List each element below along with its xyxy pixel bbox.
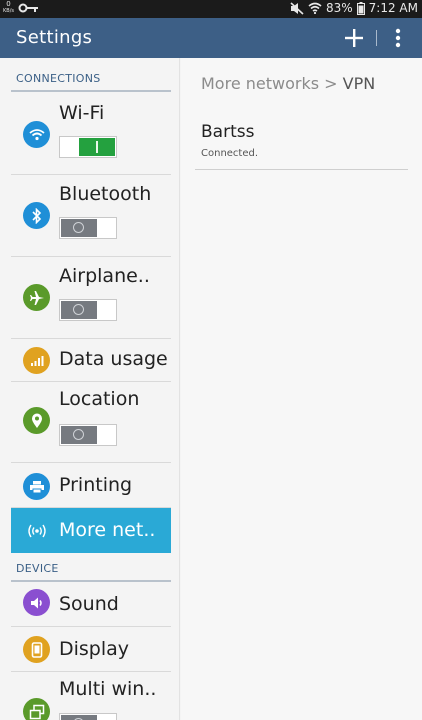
- data-usage-icon: [23, 347, 50, 374]
- breadcrumb: More networks > VPN: [201, 74, 375, 93]
- airplane-icon: [23, 284, 50, 311]
- location-icon: [23, 407, 50, 434]
- section-header-device-label: DEVICE: [16, 562, 59, 575]
- toggle-off-knob: [61, 426, 97, 444]
- sidebar-item-label: Display: [59, 638, 130, 660]
- vpn-profile-item[interactable]: Bartss Connected.: [195, 116, 408, 170]
- clock: 7:12 AM: [368, 1, 418, 15]
- sidebar-item-label: Multi win..: [59, 678, 157, 700]
- toggle-off-knob: [61, 715, 97, 720]
- section-header-device: DEVICE: [11, 548, 171, 582]
- sidebar-item-printing[interactable]: Printing: [11, 463, 171, 508]
- toggle-off-knob: [61, 301, 97, 319]
- vpn-connection-status: Connected.: [201, 148, 259, 159]
- settings-category-list[interactable]: CONNECTIONS Wi-Fi Bluetooth Airplane.. D…: [0, 58, 180, 720]
- multi-window-toggle[interactable]: [59, 713, 117, 720]
- action-bar-divider: [376, 30, 377, 46]
- more-options-button[interactable]: [388, 24, 408, 52]
- sidebar-item-display[interactable]: Display: [11, 627, 171, 672]
- battery-percent: 83%: [326, 1, 353, 15]
- plus-icon: [345, 29, 363, 47]
- sidebar-item-label: Data usage: [59, 348, 168, 370]
- add-button[interactable]: [341, 24, 367, 52]
- sidebar-item-label: Sound: [59, 593, 119, 615]
- sidebar-item-location[interactable]: Location: [11, 382, 171, 463]
- section-header-connections-label: CONNECTIONS: [16, 72, 101, 85]
- battery-icon: [356, 1, 365, 15]
- breadcrumb-parent[interactable]: More networks: [201, 74, 319, 93]
- network-speed-unit: KB/s: [3, 8, 14, 14]
- sidebar-item-sound[interactable]: Sound: [11, 582, 171, 627]
- sidebar-item-multi-window[interactable]: Multi win..: [11, 672, 171, 720]
- status-left: 0 KB/s: [3, 1, 40, 15]
- sidebar-item-bluetooth[interactable]: Bluetooth: [11, 175, 171, 257]
- sidebar-item-label: Wi-Fi: [59, 102, 105, 124]
- status-right: 83% 7:12 AM: [290, 1, 418, 15]
- toggle-on-knob: [79, 138, 115, 156]
- sidebar-item-label: More net..: [59, 519, 156, 541]
- sidebar-item-label: Location: [59, 388, 140, 410]
- network-speed: 0 KB/s: [3, 1, 14, 15]
- status-bar: 0 KB/s 83% 7:12 AM: [0, 0, 422, 18]
- action-bar: Settings: [0, 18, 422, 58]
- sidebar-item-label: Airplane..: [59, 265, 150, 287]
- sidebar-item-more-networks[interactable]: More net..: [11, 508, 171, 553]
- more-networks-icon: [23, 517, 50, 544]
- bluetooth-icon: [23, 202, 50, 229]
- sidebar-item-data-usage[interactable]: Data usage: [11, 339, 171, 382]
- toggle-off-knob: [61, 219, 97, 237]
- content-panel: More networks > VPN Bartss Connected.: [181, 58, 422, 720]
- sidebar-item-airplane-mode[interactable]: Airplane..: [11, 257, 171, 339]
- location-toggle[interactable]: [59, 424, 117, 446]
- network-speed-value: 0: [6, 0, 11, 8]
- sidebar-item-wifi[interactable]: Wi-Fi: [11, 94, 171, 175]
- bluetooth-toggle[interactable]: [59, 217, 117, 239]
- section-divider: [11, 90, 171, 92]
- overflow-menu-icon: [395, 28, 401, 48]
- mute-icon: [290, 1, 304, 15]
- wifi-toggle[interactable]: [59, 136, 117, 158]
- printer-icon: [23, 473, 50, 500]
- sidebar-item-label: Printing: [59, 474, 133, 496]
- sidebar-item-label: Bluetooth: [59, 183, 152, 205]
- wifi-signal-icon: [308, 2, 322, 14]
- wifi-icon: [23, 121, 50, 148]
- display-icon: [23, 636, 50, 663]
- key-icon: [18, 3, 38, 13]
- breadcrumb-current: VPN: [342, 74, 376, 93]
- breadcrumb-separator: >: [324, 74, 338, 93]
- vpn-profile-name: Bartss: [201, 122, 255, 142]
- sound-icon: [23, 589, 50, 616]
- airplane-mode-toggle[interactable]: [59, 299, 117, 321]
- section-header-connections: CONNECTIONS: [11, 58, 171, 92]
- app-title: Settings: [16, 27, 93, 48]
- multi-window-icon: [23, 698, 50, 720]
